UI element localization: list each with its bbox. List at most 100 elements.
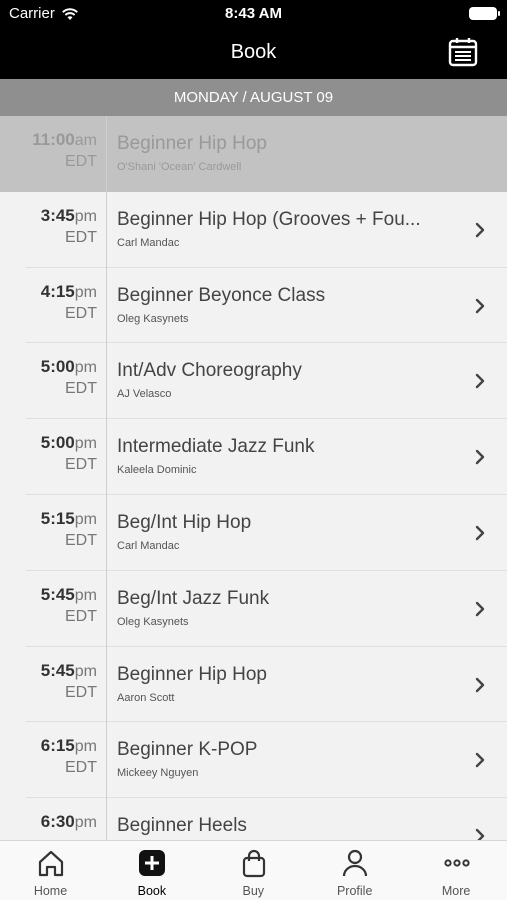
class-time-hour: 11:00 bbox=[32, 130, 75, 149]
tab-bar: Home Book Buy Profile More bbox=[0, 840, 507, 900]
class-name: Beginner Heels bbox=[117, 815, 247, 837]
chevron-right-icon[interactable] bbox=[475, 677, 485, 693]
tab-buy[interactable]: Buy bbox=[203, 841, 304, 900]
tab-label: Buy bbox=[242, 884, 265, 898]
chevron-right-icon[interactable] bbox=[475, 525, 485, 541]
class-time: 11:00am EDT bbox=[0, 130, 97, 171]
class-time: 6:30pm bbox=[0, 812, 97, 835]
tab-label: Book bbox=[137, 884, 167, 898]
tab-home[interactable]: Home bbox=[0, 841, 101, 900]
class-timezone: EDT bbox=[65, 153, 97, 170]
class-timezone: EDT bbox=[65, 759, 97, 777]
tab-book[interactable]: Book bbox=[101, 841, 202, 900]
class-time-hour: 5:00 bbox=[40, 357, 75, 377]
chevron-right-icon[interactable] bbox=[475, 601, 485, 617]
tab-label: Home bbox=[33, 884, 68, 898]
class-name: Beginner Hip Hop (Grooves + Fou... bbox=[117, 208, 421, 230]
tab-more[interactable]: More bbox=[406, 841, 507, 900]
calendar-icon[interactable] bbox=[447, 36, 479, 68]
class-time-ampm: pm bbox=[74, 207, 97, 225]
instructor-name: Oleg Kasynets bbox=[117, 312, 189, 325]
instructor-name: Aaron Scott bbox=[117, 691, 175, 704]
page-title: Book bbox=[230, 41, 277, 63]
class-time: 5:45pm EDT bbox=[0, 585, 97, 626]
class-time-hour: 5:45 bbox=[40, 584, 75, 604]
class-time: 6:15pm EDT bbox=[0, 736, 97, 777]
class-time-ampm: pm bbox=[74, 359, 97, 377]
shopping-bag-icon bbox=[242, 849, 265, 878]
chevron-right-icon[interactable] bbox=[475, 752, 485, 768]
class-row[interactable]: 5:00pm EDT Int/Adv Choreography AJ Velas… bbox=[0, 343, 507, 420]
class-name: Intermediate Jazz Funk bbox=[117, 436, 315, 458]
class-time: 5:15pm EDT bbox=[0, 509, 97, 550]
class-info: Beg/Int Jazz Funk Oleg Kasynets bbox=[117, 588, 437, 628]
class-info: Beginner Heels bbox=[117, 815, 437, 840]
instructor-name: AJ Velasco bbox=[117, 388, 172, 401]
class-time: 5:00pm EDT bbox=[0, 357, 97, 398]
class-time-ampm: pm bbox=[74, 435, 97, 453]
time-column-divider bbox=[106, 116, 107, 840]
class-time-ampm: pm bbox=[74, 738, 97, 756]
class-row[interactable]: 5:45pm EDT Beg/Int Jazz Funk Oleg Kasyne… bbox=[0, 570, 507, 647]
chevron-right-icon[interactable] bbox=[475, 373, 485, 389]
instructor-name: O'Shani 'Ocean' Cardwell bbox=[117, 161, 242, 173]
chevron-right-icon[interactable] bbox=[475, 828, 485, 840]
instructor-name: Oleg Kasynets bbox=[117, 615, 189, 628]
class-info: Beginner Hip Hop (Grooves + Fou... Carl … bbox=[117, 209, 437, 249]
class-time-ampm: pm bbox=[74, 586, 97, 604]
battery-icon bbox=[469, 7, 500, 20]
chevron-right-icon[interactable] bbox=[475, 449, 485, 465]
class-timezone: EDT bbox=[65, 683, 97, 701]
class-info: Beginner Hip Hop Aaron Scott bbox=[117, 664, 437, 704]
class-row[interactable]: 5:45pm EDT Beginner Hip Hop Aaron Scott bbox=[0, 646, 507, 723]
tab-profile[interactable]: Profile bbox=[304, 841, 405, 900]
instructor-name: Mickeey Nguyen bbox=[117, 767, 199, 780]
class-name: Beginner Hip Hop bbox=[117, 133, 267, 154]
tab-label: More bbox=[441, 884, 471, 898]
plus-square-icon bbox=[139, 850, 166, 876]
class-info: Beg/Int Hip Hop Carl Mandac bbox=[117, 512, 437, 552]
class-time-ampm: pm bbox=[74, 510, 97, 528]
class-time: 3:45pm EDT bbox=[0, 206, 97, 247]
instructor-name: Carl Mandac bbox=[117, 539, 180, 552]
class-row[interactable]: 5:15pm EDT Beg/Int Hip Hop Carl Mandac bbox=[0, 494, 507, 571]
top-bar: Carrier 8:43 AM Book bbox=[0, 0, 507, 79]
class-list[interactable]: 11:00am EDT Beginner Hip Hop O'Shani 'Oc… bbox=[0, 116, 507, 840]
class-time-ampm: pm bbox=[74, 814, 97, 832]
class-timezone: EDT bbox=[65, 228, 97, 246]
class-time-hour: 3:45 bbox=[40, 205, 75, 225]
class-time-ampm: pm bbox=[74, 283, 97, 301]
class-name: Beg/Int Jazz Funk bbox=[117, 587, 270, 609]
class-info: Intermediate Jazz Funk Kaleela Dominic bbox=[117, 436, 437, 476]
class-row[interactable]: 6:30pm Beginner Heels bbox=[0, 798, 507, 840]
class-name: Int/Adv Choreography bbox=[117, 360, 302, 382]
class-timezone: EDT bbox=[65, 531, 97, 549]
class-timezone: EDT bbox=[65, 304, 97, 322]
class-time-ampm: am bbox=[74, 132, 97, 149]
class-info: Beginner Beyonce Class Oleg Kasynets bbox=[117, 285, 437, 325]
class-name: Beg/Int Hip Hop bbox=[117, 511, 252, 533]
chevron-right-icon[interactable] bbox=[475, 298, 485, 314]
class-row: 11:00am EDT Beginner Hip Hop O'Shani 'Oc… bbox=[0, 116, 507, 192]
class-row[interactable]: 3:45pm EDT Beginner Hip Hop (Grooves + F… bbox=[0, 191, 507, 268]
tab-label: Profile bbox=[336, 884, 373, 898]
person-icon bbox=[343, 849, 368, 877]
class-time-hour: 5:00 bbox=[40, 433, 75, 453]
chevron-right-icon[interactable] bbox=[475, 222, 485, 238]
class-info: Beginner K-POP Mickeey Nguyen bbox=[117, 739, 437, 779]
class-timezone: EDT bbox=[65, 456, 97, 474]
class-time-hour: 5:15 bbox=[40, 508, 75, 528]
class-time: 4:15pm EDT bbox=[0, 282, 97, 323]
status-bar: Carrier 8:43 AM bbox=[0, 0, 507, 28]
class-time: 5:45pm EDT bbox=[0, 661, 97, 702]
class-time-hour: 4:15 bbox=[40, 281, 75, 301]
class-timezone: EDT bbox=[65, 607, 97, 625]
class-time: 5:00pm EDT bbox=[0, 433, 97, 474]
class-row[interactable]: 4:15pm EDT Beginner Beyonce Class Oleg K… bbox=[0, 267, 507, 344]
class-info: Int/Adv Choreography AJ Velasco bbox=[117, 360, 437, 400]
class-time-hour: 6:15 bbox=[40, 736, 75, 756]
instructor-name: Kaleela Dominic bbox=[117, 464, 197, 477]
class-row[interactable]: 5:00pm EDT Intermediate Jazz Funk Kaleel… bbox=[0, 419, 507, 495]
class-row[interactable]: 6:15pm EDT Beginner K-POP Mickeey Nguyen bbox=[0, 722, 507, 799]
class-time-hour: 6:30 bbox=[40, 812, 75, 832]
